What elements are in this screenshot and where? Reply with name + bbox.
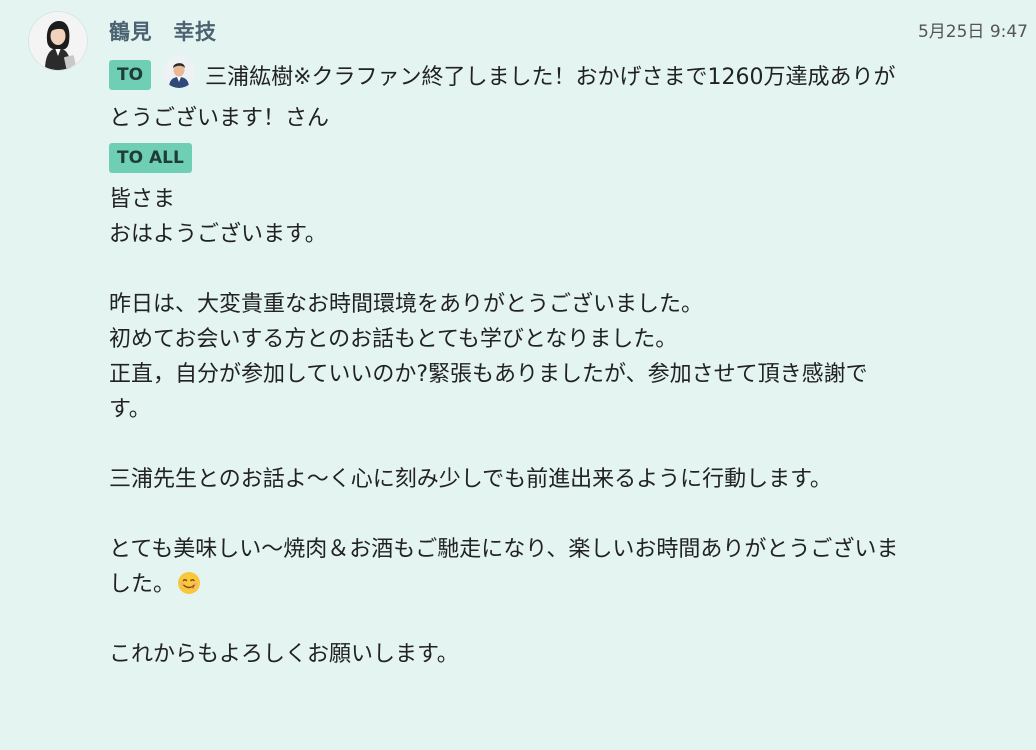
recipient-avatar[interactable] bbox=[163, 56, 196, 88]
to-all-badge: TO ALL bbox=[109, 143, 192, 173]
to-all-tag: TO ALL bbox=[109, 143, 192, 173]
person-avatar-icon bbox=[163, 56, 196, 88]
message-timestamp: 5月25日 9:47 bbox=[917, 22, 1028, 42]
body-line: 正直，自分が参加していいのか?緊張もありましたが、参加させて頂き感謝です。 bbox=[109, 362, 868, 422]
paragraph: 三浦先生とのお話よ〜く心に刻み少しでも前進出来るように行動します。 bbox=[109, 462, 909, 497]
body-line-text: とても美味しい〜焼肉＆お酒もご馳走になり、楽しいお時間ありがとうございました。 bbox=[109, 537, 899, 597]
body-line: 昨日は、大変貴重なお時間環境をありがとうございました。 bbox=[109, 292, 704, 317]
to-recipient-text: 三浦紘樹※クラファン終了しました！おかげさまで1260万達成ありがとうございます… bbox=[109, 65, 896, 131]
message-body: 皆さま おはようございます。 昨日は、大変貴重なお時間環境をありがとうございまし… bbox=[109, 182, 909, 707]
paragraph: とても美味しい〜焼肉＆お酒もご馳走になり、楽しいお時間ありがとうございました。 bbox=[109, 532, 909, 602]
to-tag: TO bbox=[109, 60, 152, 90]
sender-avatar[interactable] bbox=[29, 12, 87, 70]
sender-name[interactable]: 鶴見 幸技 bbox=[109, 16, 217, 46]
body-line: 初めてお会いする方とのお話もとても学びとなりました。 bbox=[109, 327, 678, 352]
body-line: おはようございます。 bbox=[109, 222, 327, 247]
body-line: これからもよろしくお願いします。 bbox=[109, 642, 459, 667]
to-line: TO 三浦紘樹※クラファン終了しました！おかげさまで1260万達成ありがとうござ… bbox=[109, 56, 909, 139]
person-avatar-icon bbox=[29, 12, 87, 70]
body-line: とても美味しい〜焼肉＆お酒もご馳走になり、楽しいお時間ありがとうございました。 bbox=[109, 532, 909, 602]
smiling-face-savoring-food-icon bbox=[178, 572, 201, 594]
body-line: 皆さま bbox=[109, 187, 176, 212]
body-line: 三浦先生とのお話よ〜く心に刻み少しでも前進出来るように行動します。 bbox=[109, 467, 832, 492]
paragraph: これからもよろしくお願いします。 bbox=[109, 637, 909, 672]
paragraph: 昨日は、大変貴重なお時間環境をありがとうございました。 初めてお会いする方とのお… bbox=[109, 287, 909, 427]
chat-message: 鶴見 幸技 5月25日 9:47 TO 三浦紘樹※クラファン終了しました！おかげ… bbox=[0, 0, 1036, 750]
paragraph: 皆さま おはようございます。 bbox=[109, 182, 909, 252]
